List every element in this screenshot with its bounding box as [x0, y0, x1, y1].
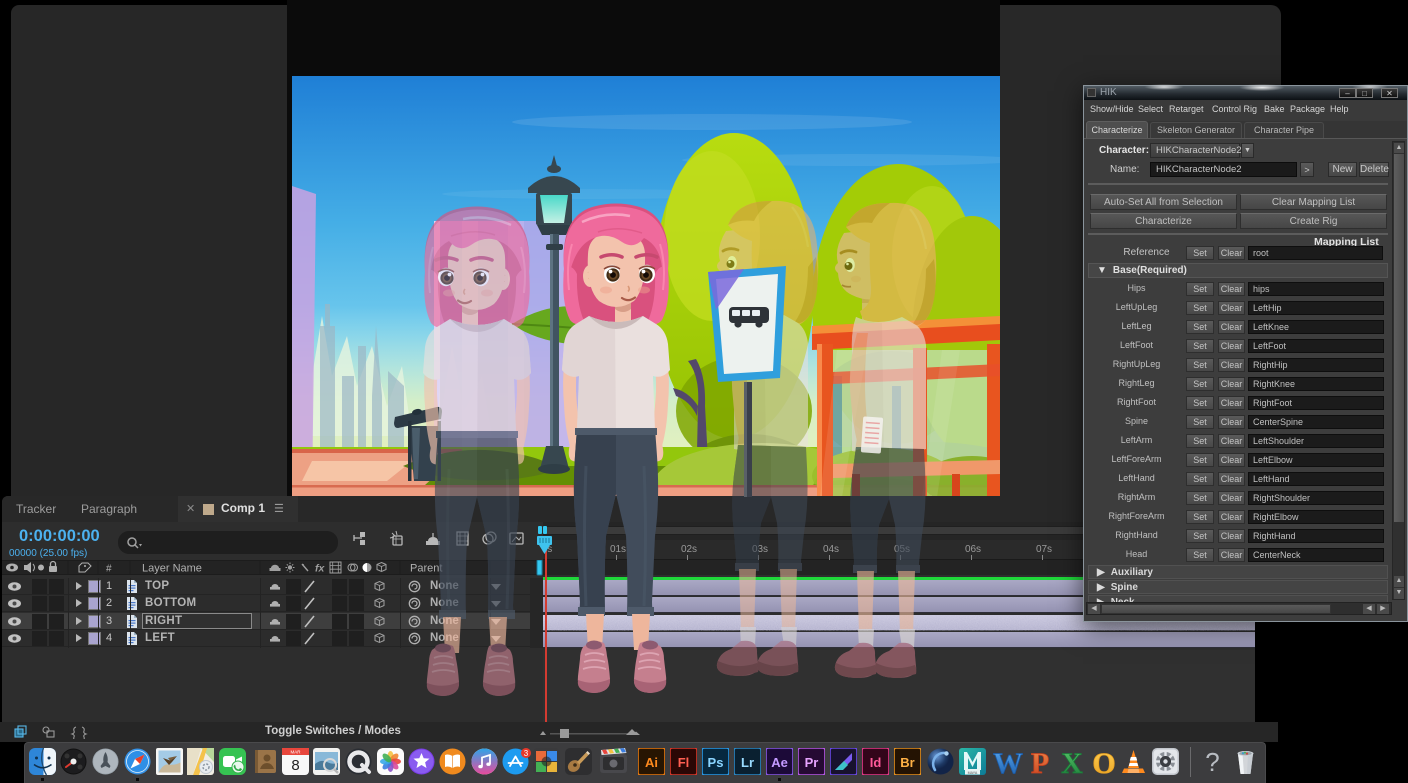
svg-text:O: O	[1092, 748, 1115, 775]
svg-text:#: #	[106, 564, 112, 575]
svg-text:MAR: MAR	[291, 750, 302, 755]
svg-text:Id: Id	[870, 755, 882, 770]
svg-text:Lr: Lr	[741, 755, 754, 770]
svg-text:Ps: Ps	[708, 755, 724, 770]
svg-text:P: P	[1031, 748, 1049, 775]
svg-text:Fl: Fl	[678, 755, 690, 770]
svg-text:Pr: Pr	[805, 755, 819, 770]
svg-text:Layer Name: Layer Name	[142, 563, 202, 575]
svg-text:Ae: Ae	[771, 755, 788, 770]
svg-text:8: 8	[291, 757, 299, 774]
svg-text:?: ?	[1205, 748, 1219, 775]
svg-text:Ai: Ai	[645, 755, 658, 770]
svg-text:Br: Br	[900, 755, 914, 770]
svg-text:W: W	[993, 748, 1023, 775]
svg-text:MAYA: MAYA	[968, 771, 978, 775]
svg-text:fx: fx	[315, 563, 325, 575]
svg-text:X: X	[1061, 748, 1083, 775]
svg-text:3: 3	[524, 749, 529, 758]
